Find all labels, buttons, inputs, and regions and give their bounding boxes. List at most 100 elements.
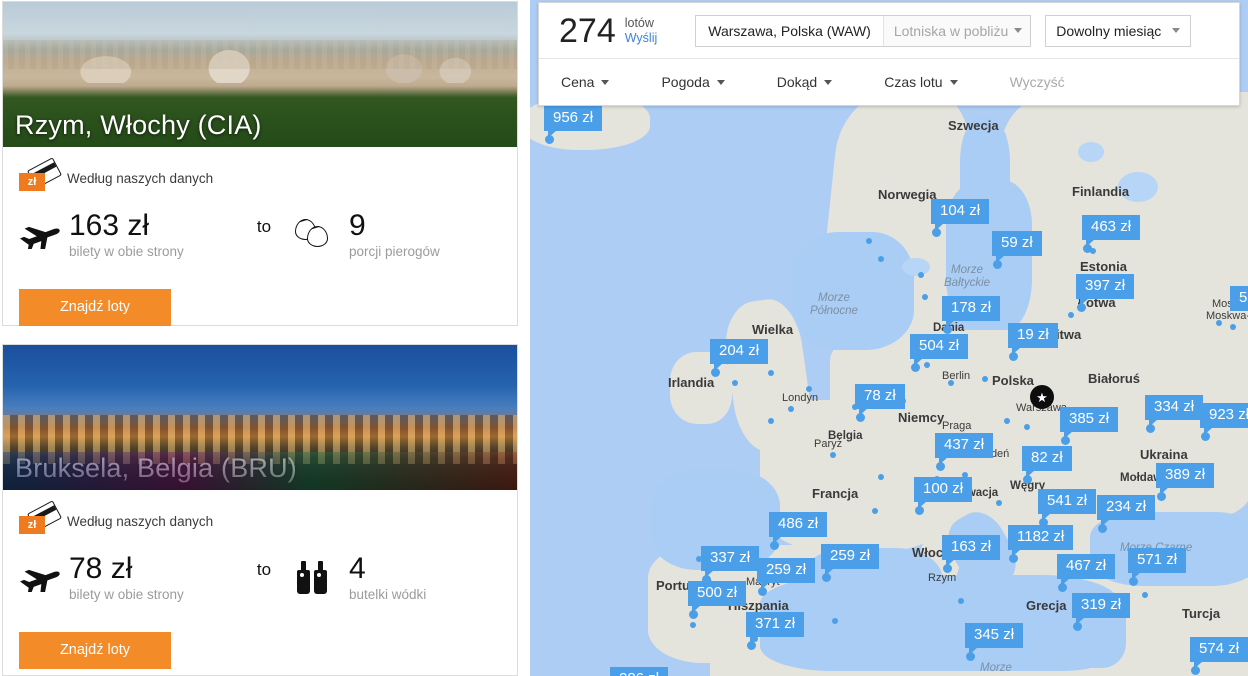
- price-pin[interactable]: 486 zł: [769, 512, 828, 550]
- price-pin-clipped[interactable]: 5: [1230, 286, 1248, 311]
- city-dot[interactable]: [1142, 592, 1148, 598]
- filter-clear-button[interactable]: Wyczyść: [1010, 74, 1065, 90]
- price-pin[interactable]: 437 zł: [935, 433, 994, 471]
- city-dot[interactable]: [732, 380, 738, 386]
- filter-pogoda[interactable]: Pogoda: [661, 74, 725, 90]
- price-pin-clipped[interactable]: 286 zł: [610, 667, 669, 676]
- price-pin[interactable]: 163 zł: [942, 535, 1001, 573]
- city-dot[interactable]: [866, 238, 872, 244]
- price-pin[interactable]: 389 zł: [1156, 463, 1215, 501]
- price-pin[interactable]: 259 zł: [821, 544, 880, 582]
- price-pin[interactable]: 467 zł: [1057, 554, 1116, 592]
- city-dot[interactable]: [832, 618, 838, 624]
- price-pin-label: 571 zł: [1128, 548, 1187, 573]
- deals-column: Rzym, Włochy (CIA) zł Według naszych dan…: [0, 0, 530, 676]
- city-dot[interactable]: [690, 622, 696, 628]
- currency-badge: zł: [19, 516, 45, 534]
- price-pin[interactable]: 500 zł: [688, 581, 747, 619]
- rome-skyline-photo: Rzym, Włochy (CIA): [3, 2, 517, 147]
- price-pin[interactable]: 397 zł: [1076, 274, 1135, 312]
- month-dropdown[interactable]: Dowolny miesiąc: [1045, 14, 1192, 47]
- price-pin[interactable]: 78 zł: [855, 384, 905, 422]
- price-pin-label: 78 zł: [855, 384, 905, 409]
- price-pin[interactable]: 19 zł: [1008, 323, 1058, 361]
- price-pin[interactable]: 541 zł: [1038, 489, 1097, 527]
- price-pin[interactable]: 463 zł: [1082, 215, 1141, 253]
- price-pin-label: 259 zł: [757, 558, 816, 583]
- city-dot[interactable]: [878, 256, 884, 262]
- credit-card-icon: zł: [19, 500, 62, 536]
- city-dot[interactable]: [768, 418, 774, 424]
- deal-card-body: zł Według naszych danych 78 zł bilety w …: [3, 490, 517, 669]
- price-pin[interactable]: 204 zł: [710, 339, 769, 377]
- price-pin[interactable]: 571 zł: [1128, 548, 1187, 586]
- origin-input-group[interactable]: Warszawa, Polska (WAW) Lotniska w pobliż…: [695, 14, 1032, 47]
- city-dot[interactable]: [830, 452, 836, 458]
- city-dot[interactable]: [948, 380, 954, 386]
- filter-czas-lotu[interactable]: Czas lotu: [884, 74, 958, 90]
- filter-dokad[interactable]: Dokąd: [777, 74, 833, 90]
- flight-price-metric: 78 zł bilety w obie strony: [69, 554, 219, 603]
- price-pin-label: 371 zł: [746, 612, 805, 637]
- origin-airport-input[interactable]: Warszawa, Polska (WAW): [696, 16, 883, 46]
- price-pin[interactable]: 259 zł: [757, 558, 816, 596]
- city-dot[interactable]: [982, 376, 988, 382]
- city-dot[interactable]: [1216, 320, 1222, 326]
- price-pin[interactable]: 82 zł: [1022, 446, 1072, 484]
- city-dot[interactable]: [878, 474, 884, 480]
- nearby-airports-dropdown[interactable]: Lotniska w pobliżu: [882, 15, 1031, 46]
- city-dot[interactable]: [872, 508, 878, 514]
- deal-card[interactable]: Bruksela, Belgia (BRU) zł Według naszych…: [2, 344, 518, 676]
- equivalent-caption: porcji pierogów: [349, 244, 440, 259]
- price-pin[interactable]: 504 zł: [910, 334, 969, 372]
- price-pin[interactable]: 371 zł: [746, 612, 805, 650]
- find-flights-button[interactable]: Znajdź loty: [19, 289, 171, 326]
- city-dot[interactable]: [922, 294, 928, 300]
- city-dot[interactable]: [806, 386, 812, 392]
- pierogi-icon: [295, 211, 349, 249]
- price-pin[interactable]: 59 zł: [992, 231, 1042, 269]
- city-dot[interactable]: [918, 272, 924, 278]
- country-label: Niemcy: [898, 410, 945, 425]
- deal-card[interactable]: Rzym, Włochy (CIA) zł Według naszych dan…: [2, 1, 518, 326]
- city-dot[interactable]: [1004, 418, 1010, 424]
- flight-price-caption: bilety w obie strony: [69, 587, 184, 602]
- country-label: Wielka: [752, 322, 794, 337]
- price-pin-label: 1182 zł: [1008, 525, 1074, 550]
- price-pin[interactable]: 334 zł: [1145, 395, 1204, 433]
- city-dot[interactable]: [958, 598, 964, 604]
- city-dot[interactable]: [1068, 312, 1074, 318]
- price-pin[interactable]: 1182 zł: [1008, 525, 1074, 563]
- city-dot[interactable]: [924, 362, 930, 368]
- equivalent-metric: 9 porcji pierogów: [349, 211, 499, 260]
- price-pin-label: 334 zł: [1145, 395, 1204, 420]
- find-flights-button[interactable]: Znajdź loty: [19, 632, 171, 669]
- country-label: Irlandia: [668, 375, 715, 390]
- price-pin[interactable]: 574 zł: [1190, 637, 1248, 675]
- country-label: Turcja: [1182, 606, 1221, 621]
- filter-cena[interactable]: Cena: [561, 74, 610, 90]
- price-pin[interactable]: 337 zł: [701, 546, 760, 584]
- price-pin-clipped[interactable]: 923 zł: [1200, 403, 1248, 441]
- europe-price-map[interactable]: Szwecja Norwegia Finlandia Estonia Łotwa…: [530, 0, 1248, 676]
- filter-label: Cena: [561, 74, 595, 90]
- city-dot[interactable]: [1024, 424, 1030, 430]
- price-pin-label: 541 zł: [1038, 489, 1097, 514]
- city-dot[interactable]: [996, 500, 1002, 506]
- send-link[interactable]: Wyślij: [625, 31, 658, 46]
- price-pin[interactable]: 385 zł: [1060, 407, 1119, 445]
- country-label: Szwecja: [948, 118, 999, 133]
- city-dot[interactable]: [768, 370, 774, 376]
- price-pin[interactable]: 100 zł: [914, 477, 973, 515]
- price-pin[interactable]: 234 zł: [1097, 495, 1156, 533]
- price-pin[interactable]: 319 zł: [1072, 593, 1131, 631]
- city-dot[interactable]: [1230, 324, 1236, 330]
- data-source-row: zł Według naszych danych: [19, 157, 501, 195]
- origin-marker-warszawa[interactable]: ★: [1030, 385, 1054, 409]
- price-pin[interactable]: 956 zł: [544, 106, 603, 144]
- price-pin[interactable]: 104 zł: [931, 199, 990, 237]
- price-pin[interactable]: 178 zł: [942, 296, 1001, 334]
- price-pin[interactable]: 345 zł: [965, 623, 1024, 661]
- city-dot[interactable]: [788, 406, 794, 412]
- flight-deals-page: Rzym, Włochy (CIA) zł Według naszych dan…: [0, 0, 1248, 676]
